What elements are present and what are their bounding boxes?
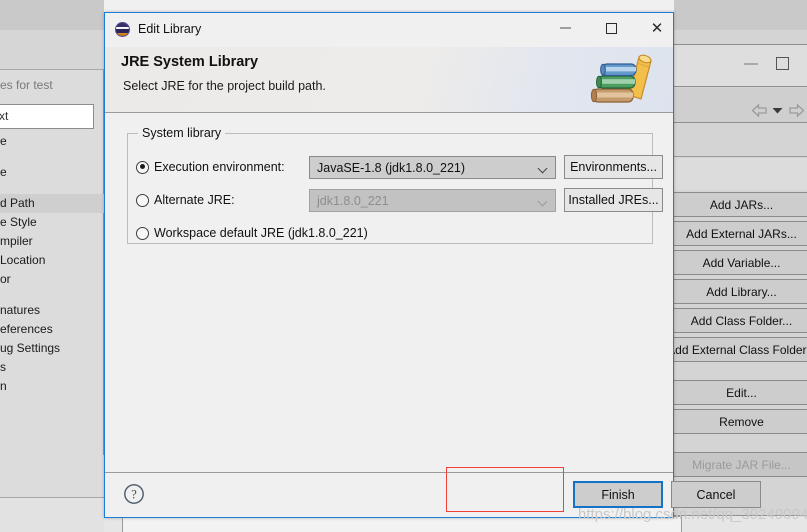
edit-library-dialog: Edit Library ✕ JRE System Library Select… (104, 12, 761, 518)
header-subtitle: Select JRE for the project build path. (123, 79, 326, 93)
add-external-jars-button[interactable]: Add External JARs... (669, 221, 807, 246)
tree-item[interactable]: Location (0, 251, 104, 270)
system-library-group: System library Execution environment: Ja… (127, 126, 663, 244)
header-title: JRE System Library (121, 54, 259, 70)
arrow-left-icon[interactable] (751, 103, 768, 118)
tree-item-build-path[interactable]: d Path (0, 194, 104, 213)
dialog-title: Edit Library (138, 22, 202, 36)
chevron-down-icon (537, 196, 548, 207)
dialog-content: System library Execution environment: Ja… (105, 113, 673, 473)
environments-button[interactable]: Environments... (564, 155, 663, 179)
add-external-class-folder-button[interactable]: Add External Class Folder... (669, 337, 807, 362)
background-maximize-icon[interactable] (776, 57, 789, 70)
background-blank-row-2 (674, 158, 807, 190)
add-variable-button[interactable]: Add Variable... (669, 250, 807, 275)
execution-environment-combo-value: JavaSE-1.8 (jdk1.8.0_221) (317, 160, 466, 175)
background-right-top-strip-2 (674, 30, 807, 44)
execution-environment-radio-row[interactable]: Execution environment: (136, 156, 285, 178)
question-mark-icon[interactable]: ? (123, 483, 145, 505)
add-jars-button[interactable]: Add JARs... (669, 192, 807, 217)
workspace-default-jre-label: Workspace default JRE (jdk1.8.0_221) (154, 226, 368, 240)
edit-button[interactable]: Edit... (669, 380, 807, 405)
maximize-icon (605, 22, 617, 34)
side-button-spacer (669, 438, 807, 452)
background-left-header (0, 30, 104, 70)
books-icon (590, 54, 652, 103)
background-minimize-icon[interactable] (744, 63, 758, 65)
eclipse-icon (115, 22, 130, 37)
tree-item[interactable]: e Style (0, 213, 104, 232)
tree-item[interactable]: e (0, 163, 104, 182)
alternate-jre-radio-row[interactable]: Alternate JRE: (136, 189, 235, 211)
system-library-group-legend: System library (138, 126, 226, 140)
finish-button[interactable]: Finish (573, 481, 663, 508)
tree-item[interactable]: eferences (0, 320, 104, 339)
tree-item[interactable]: ug Settings (0, 339, 104, 358)
background-top-strip (0, 0, 104, 30)
side-button-spacer (669, 366, 807, 380)
background-text-input[interactable]: xt (0, 104, 94, 129)
maximize-button[interactable] (588, 13, 634, 43)
tree-item[interactable]: e (0, 132, 104, 151)
remove-button[interactable]: Remove (669, 409, 807, 434)
properties-tree: e e d Path e Style mpiler Location or na… (0, 132, 104, 396)
tree-item[interactable]: mpiler (0, 232, 104, 251)
migrate-jar-file-button: Migrate JAR File... (669, 452, 807, 477)
background-bottom-left-lower (0, 497, 104, 532)
execution-environment-label: Execution environment: (154, 160, 285, 174)
buildpath-side-buttons: Add JARs... Add External JARs... Add Var… (669, 192, 807, 481)
close-icon: ✕ (650, 19, 664, 37)
workspace-default-jre-radio-row[interactable]: Workspace default JRE (jdk1.8.0_221) (136, 222, 368, 244)
alternate-jre-combo: jdk1.8.0_221 (309, 189, 556, 212)
chevron-down-icon[interactable] (772, 107, 783, 115)
execution-environment-combo[interactable]: JavaSE-1.8 (jdk1.8.0_221) (309, 156, 556, 179)
add-class-folder-button[interactable]: Add Class Folder... (669, 308, 807, 333)
chevron-down-icon (537, 163, 548, 174)
background-blank-row-1 (674, 124, 807, 157)
alternate-jre-combo-value: jdk1.8.0_221 (317, 193, 389, 208)
screen: es for test xt e e d Path e Style mpiler… (0, 0, 807, 532)
background-sub-label: es for test (0, 78, 53, 92)
add-library-button[interactable]: Add Library... (669, 279, 807, 304)
close-button[interactable]: ✕ (634, 13, 680, 43)
cancel-button[interactable]: Cancel (671, 481, 761, 508)
installed-jres-button[interactable]: Installed JREs... (564, 188, 663, 212)
arrow-right-icon[interactable] (788, 103, 805, 118)
tree-item[interactable]: or (0, 270, 104, 289)
execution-environment-radio[interactable] (136, 160, 149, 174)
background-text-input-value: xt (0, 109, 9, 123)
watermark-text: https://blog.csdn.net/qq_39249094 (578, 506, 807, 523)
alternate-jre-label: Alternate JRE: (154, 193, 235, 207)
tree-item[interactable]: natures (0, 301, 104, 320)
dialog-header: JRE System Library Select JRE for the pr… (105, 47, 673, 113)
alternate-jre-radio[interactable] (136, 193, 149, 207)
dialog-titlebar: Edit Library ✕ (105, 13, 673, 47)
workspace-default-jre-radio[interactable] (136, 226, 149, 240)
svg-text:?: ? (131, 488, 137, 502)
minimize-button[interactable] (542, 13, 588, 43)
minimize-icon (559, 27, 571, 29)
background-right-top-strip (674, 0, 807, 30)
tree-item[interactable]: s (0, 358, 104, 377)
tree-item[interactable]: n (0, 377, 104, 396)
